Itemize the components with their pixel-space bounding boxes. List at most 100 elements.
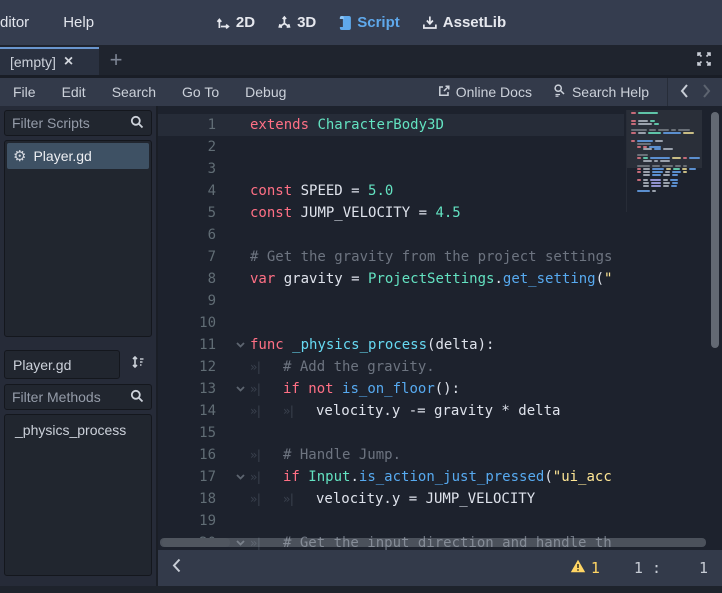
script-item-player.gd[interactable]: ⚙Player.gd [7,143,149,169]
horizontal-scrollbar[interactable] [160,538,706,547]
warnings-indicator[interactable]: 1 [570,559,600,577]
minimap-segment [650,120,655,122]
fold-gutter [230,268,250,290]
line-number: 3 [158,158,230,180]
code-line[interactable]: 9 [158,290,624,312]
script-menu-bar: FileEditSearchGo ToDebug Online Docs Se [0,78,722,106]
token-nm: 4.5 [435,205,460,221]
minimap-segment [652,190,656,192]
code-line[interactable]: 2 [158,136,624,158]
minimap-segment [675,165,681,167]
minimap-segment [637,143,651,145]
code-text [250,136,624,158]
online-docs-button[interactable]: Online Docs [429,84,540,101]
minimap-segment [643,157,648,159]
token-kw: extends [250,117,309,133]
history-back-button[interactable] [674,82,694,102]
minimap-segment [663,182,670,184]
code-line[interactable]: 3 [158,158,624,180]
tab-marker-icon: »| [250,444,283,466]
code-line[interactable]: 12»|# Add the gravity. [158,356,624,378]
minimap-segment [689,157,700,159]
search-help-button[interactable]: Search Help [544,83,657,101]
menu-debug[interactable]: Debug [232,84,299,100]
minimap-segment [683,132,694,134]
minimap-line [643,160,670,162]
line-number: 7 [158,246,230,268]
code-line[interactable]: 1extends CharacterBody3D [158,114,624,136]
workspace-script-button[interactable]: Script [338,14,400,31]
minimap-segment [663,148,673,150]
minimap-segment [683,171,687,173]
close-icon[interactable]: × [64,54,73,70]
minimap-segment [671,185,677,187]
workspace-2d-button[interactable]: 2D [216,14,255,31]
code-line[interactable]: 8var gravity = ProjectSettings.get_setti… [158,268,624,290]
script-tab-strip: [empty] × + [0,45,722,78]
code-line[interactable]: 17»|if Input.is_action_just_pressed("ui_… [158,466,624,488]
fold-arrow-icon[interactable] [230,466,250,488]
menu-go-to[interactable]: Go To [169,84,232,100]
workspace-assetlib-button[interactable]: AssetLib [422,14,506,31]
menu-search[interactable]: Search [99,84,169,100]
menu-ditor[interactable]: ditor [0,10,33,35]
code-minimap[interactable] [626,110,702,212]
workspace-3d-button[interactable]: 3D [277,14,316,31]
minimap-segment [631,120,636,122]
editor-menus: ditor Help [0,10,98,35]
tab-empty[interactable]: [empty] × [0,47,99,75]
token-kw: var [250,271,275,287]
fold-arrow-icon[interactable] [230,378,250,400]
token-fd: _physics_process [292,337,427,353]
filter-scripts-input[interactable]: Filter Scripts [4,110,152,136]
minimap-segment [638,123,652,125]
collapse-panel-button[interactable] [172,558,181,578]
minimap-segment [638,132,646,134]
code-line[interactable]: 5const JUMP_VELOCITY = 4.5 [158,202,624,224]
code-line[interactable]: 7# Get the gravity from the project sett… [158,246,624,268]
minimap-segment [652,165,660,167]
token-kw: const [250,183,292,199]
code-line[interactable]: 4const SPEED = 5.0 [158,180,624,202]
minimap-line [637,168,696,170]
external-link-icon [437,84,451,101]
fold-arrow-icon[interactable] [230,334,250,356]
history-nav [667,78,722,106]
code-line[interactable]: 10 [158,312,624,334]
menu-file[interactable]: File [0,84,49,100]
fold-gutter [230,400,250,422]
code-line[interactable]: 6 [158,224,624,246]
vertical-scrollbar-thumb[interactable] [711,112,719,348]
status-bar: 1 1 : 1 [158,550,722,586]
code-text: »|# Add the gravity. [250,356,624,378]
scripts-list: ⚙Player.gd [4,140,152,337]
script-name-field[interactable]: Player.gd [4,350,120,379]
token-tx: gravity = [275,271,368,287]
history-forward-button[interactable] [696,82,716,102]
method-item-_physics_process[interactable]: _physics_process [7,417,149,442]
minimap-line [631,120,655,122]
minimap-segment [637,154,648,156]
line-number: 11 [158,334,230,356]
code-line[interactable]: 14»|»|velocity.y -= gravity * delta [158,400,624,422]
code-line[interactable]: 19 [158,510,624,532]
horizontal-scrollbar-thumb[interactable] [162,538,230,547]
distraction-free-button[interactable] [694,51,714,71]
code-text [250,312,624,334]
line-number: 10 [158,312,230,334]
code-line[interactable]: 11func _physics_process(delta): [158,334,624,356]
code-editor[interactable]: 1extends CharacterBody3D234const SPEED =… [158,106,722,550]
code-line[interactable]: 13»|if not is_on_floor(): [158,378,624,400]
minimap-segment [683,165,687,167]
filter-methods-input[interactable]: Filter Methods [4,384,152,410]
code-line[interactable]: 16»|# Handle Jump. [158,444,624,466]
menu-help[interactable]: Help [59,10,98,35]
code-line[interactable]: 15 [158,422,624,444]
add-tab-button[interactable]: + [99,45,133,75]
minimap-segment [631,123,636,125]
minimap-segment [670,179,678,181]
sort-methods-button[interactable] [124,350,152,379]
code-line[interactable]: 18»|»|velocity.y = JUMP_VELOCITY [158,488,624,510]
menu-edit[interactable]: Edit [49,84,99,100]
vertical-scrollbar[interactable] [710,108,720,548]
